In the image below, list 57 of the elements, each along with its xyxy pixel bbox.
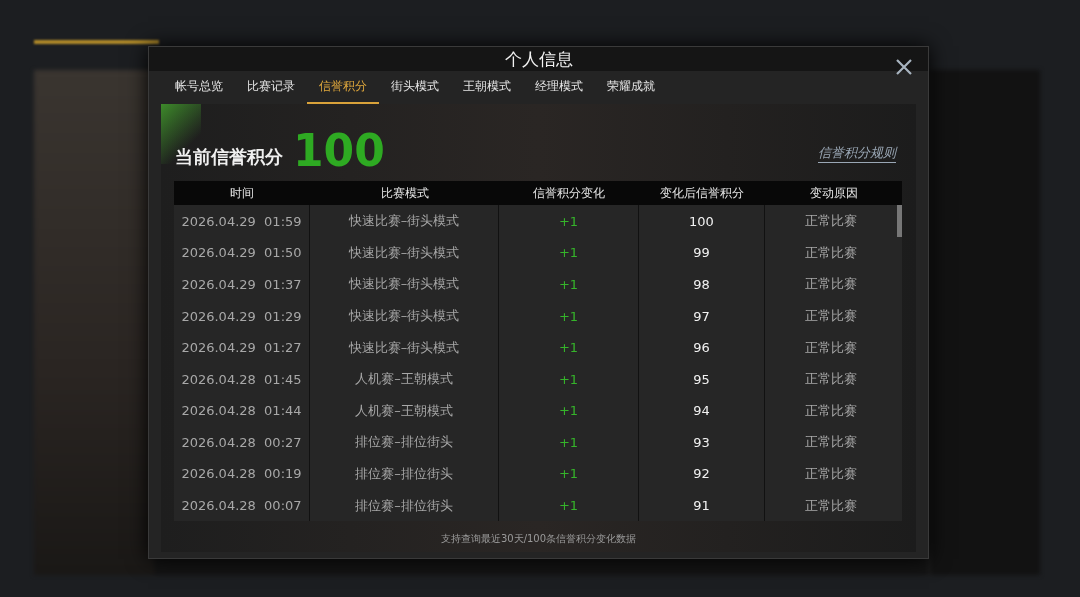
- table-cell: 2026.04.28 00:07: [174, 489, 310, 522]
- table-cell: 快速比赛–街头模式: [310, 300, 499, 332]
- table-cell: 2026.04.29 01:59: [174, 205, 310, 237]
- column-header: 变化后信誉积分: [639, 181, 765, 206]
- table-cell: 正常比赛: [765, 300, 897, 332]
- column-header: 时间: [174, 181, 310, 206]
- table-cell: 94: [639, 395, 765, 427]
- table-cell: 2026.04.29 01:37: [174, 268, 310, 301]
- dialog-title: 个人信息: [504, 47, 573, 71]
- tab[interactable]: 街头模式: [379, 71, 451, 105]
- table-cell: 2026.04.28 01:45: [174, 363, 310, 395]
- table-cell: 2026.04.28 00:19: [174, 458, 310, 490]
- tab[interactable]: 经理模式: [523, 71, 595, 105]
- table-cell: 排位赛–排位街头: [310, 458, 499, 490]
- table-cell: 99: [639, 237, 765, 269]
- table-cell: 快速比赛–街头模式: [310, 331, 499, 364]
- table-cell: 正常比赛: [765, 268, 897, 301]
- tab[interactable]: 帐号总览: [163, 71, 235, 105]
- table-cell: 正常比赛: [765, 489, 897, 522]
- table-cell: 快速比赛–街头模式: [310, 205, 499, 237]
- table-cell: 正常比赛: [765, 395, 897, 427]
- tab[interactable]: 荣耀成就: [595, 71, 667, 105]
- column-header: 变动原因: [765, 181, 902, 206]
- tab[interactable]: 王朝模式: [451, 71, 523, 105]
- table-cell: 92: [639, 458, 765, 490]
- table-cell: 快速比赛–街头模式: [310, 268, 499, 301]
- table-cell: 正常比赛: [765, 331, 897, 364]
- table-cell: 93: [639, 426, 765, 459]
- table-cell: 快速比赛–街头模式: [310, 237, 499, 269]
- table-cell: 人机赛–王朝模式: [310, 363, 499, 395]
- score-value: 100: [293, 129, 385, 174]
- table-cell: 91: [639, 489, 765, 522]
- footer-note: 支持查询最近30天/100条信誉积分变化数据: [440, 533, 637, 545]
- rules-link[interactable]: 信誉积分规则: [818, 144, 896, 164]
- tab[interactable]: 比赛记录: [235, 71, 307, 105]
- table-cell: 97: [639, 300, 765, 332]
- table-cell: 正常比赛: [765, 458, 897, 490]
- table-cell: 正常比赛: [765, 426, 897, 459]
- table-cell: 2026.04.28 01:44: [174, 395, 310, 427]
- table-cell: 正常比赛: [765, 237, 897, 269]
- table-cell: 人机赛–王朝模式: [310, 395, 499, 427]
- table-cell: 2026.04.29 01:50: [174, 237, 310, 269]
- table-cell: 正常比赛: [765, 205, 897, 237]
- table-cell: 排位赛–排位街头: [310, 489, 499, 522]
- scrollbar-thumb[interactable]: [897, 205, 902, 238]
- table-cell: 95: [639, 363, 765, 395]
- table-cell: 2026.04.28 00:27: [174, 426, 310, 459]
- table-cell: 正常比赛: [765, 363, 897, 395]
- table-cell: 98: [639, 268, 765, 301]
- table-cell: 100: [639, 205, 765, 237]
- column-header: 比赛模式: [310, 181, 499, 206]
- score-label: 当前信誉积分: [175, 145, 283, 170]
- column-header: 信誉积分变化: [499, 181, 639, 206]
- table-cell: 排位赛–排位街头: [310, 426, 499, 459]
- table-cell: 2026.04.29 01:27: [174, 331, 310, 364]
- table-cell: 2026.04.29 01:29: [174, 300, 310, 332]
- table-cell: 96: [639, 331, 765, 364]
